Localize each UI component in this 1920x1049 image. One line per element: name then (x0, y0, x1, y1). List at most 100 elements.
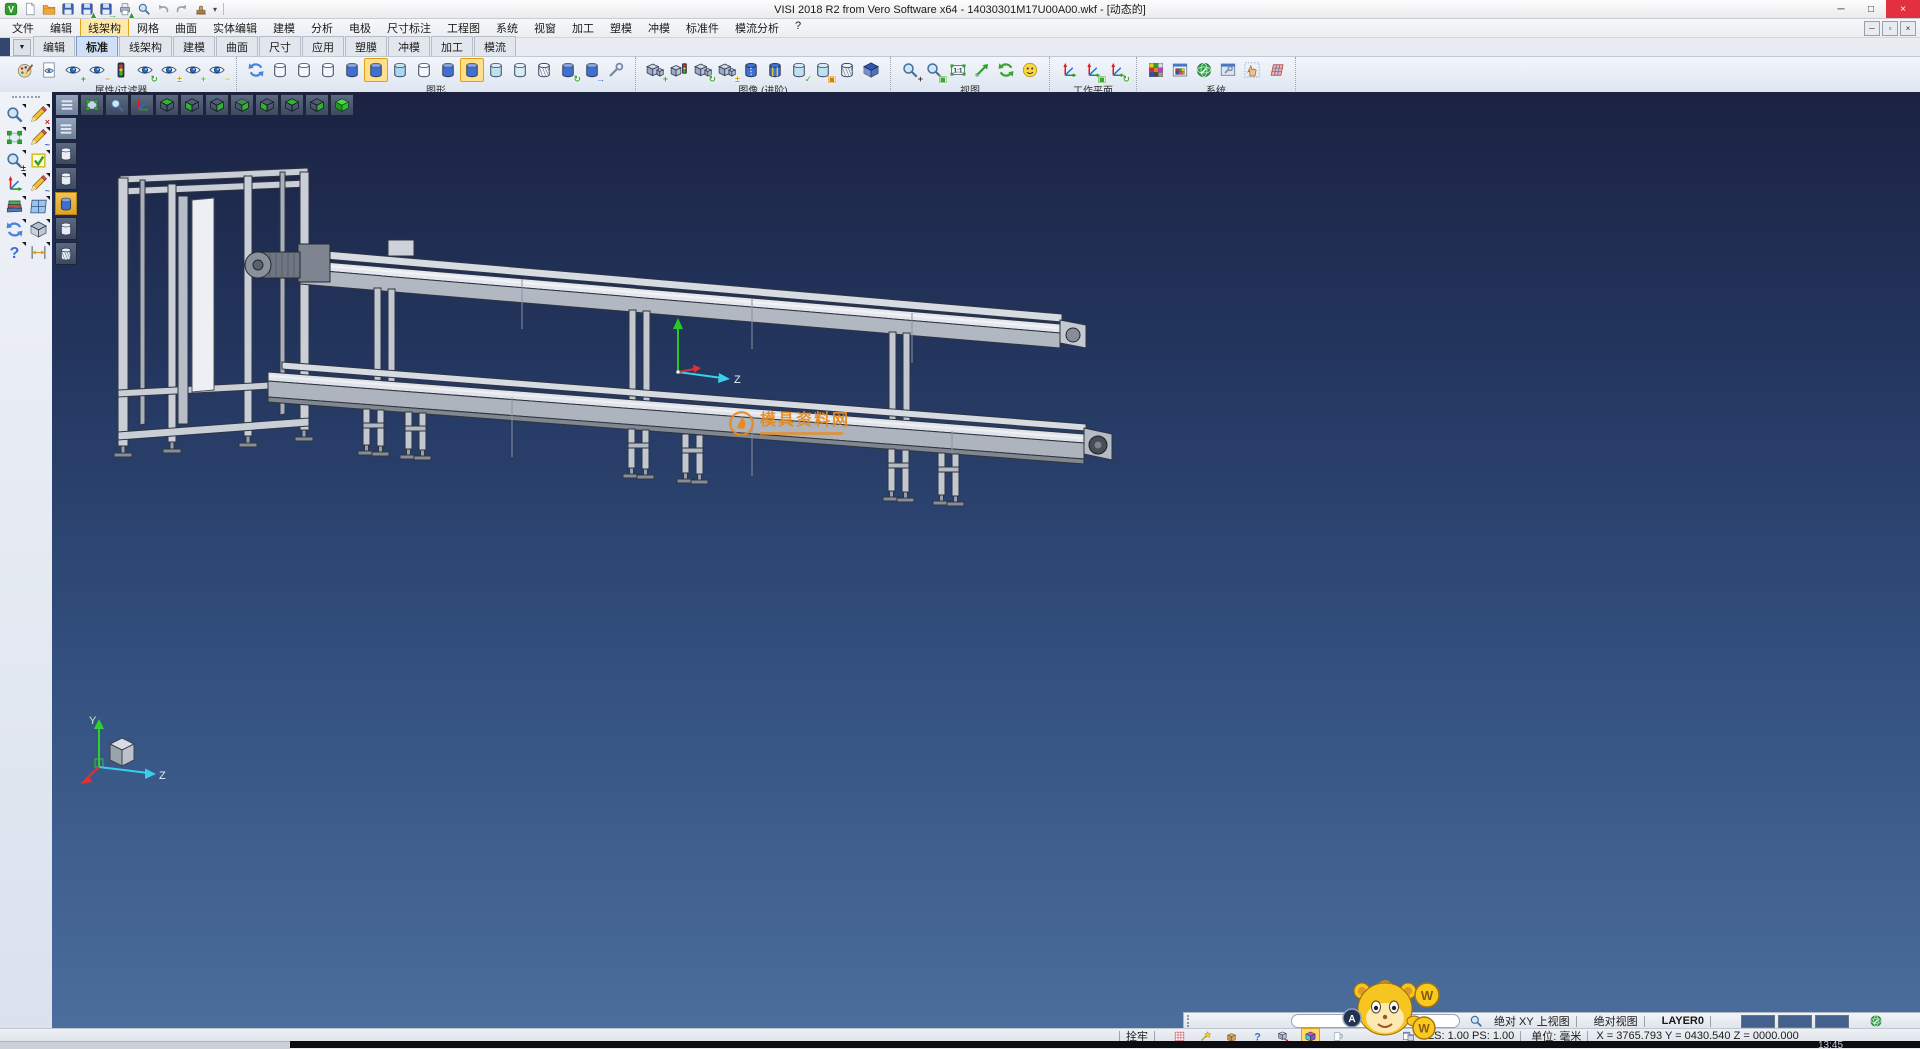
3d-viewport[interactable]: Z Y Z 模具资料网 (52, 92, 1920, 1028)
refresh-visibility-icon[interactable]: ↻ (133, 58, 157, 82)
toggle-images-icon[interactable]: ± (715, 58, 739, 82)
viewports-icon[interactable] (26, 195, 50, 218)
tab-3[interactable]: 线架构 (119, 36, 172, 56)
save-as-icon[interactable]: ▲ (78, 1, 96, 17)
display-menu-icon[interactable] (55, 117, 77, 140)
absolute-view-label[interactable]: 绝对视图 (1594, 1013, 1638, 1029)
color-palette-icon[interactable] (1144, 58, 1168, 82)
filter-traffic-icon[interactable] (109, 58, 133, 82)
display-hidden-icon[interactable] (55, 167, 77, 190)
tab-list-dropdown[interactable]: ▼ (13, 39, 31, 56)
menu-item-7[interactable]: 建模 (265, 18, 303, 38)
solid-cube-icon[interactable] (859, 58, 883, 82)
section-line-icon[interactable] (739, 58, 763, 82)
translucent-icon[interactable] (388, 58, 412, 82)
display-settings-icon[interactable] (604, 58, 628, 82)
tab-5[interactable]: 曲面 (216, 36, 258, 56)
undo-icon[interactable] (154, 1, 172, 17)
view-left-icon[interactable] (205, 94, 229, 116)
desktop-pet-mascot[interactable]: W W A (1330, 976, 1458, 1044)
view-back-icon[interactable] (255, 94, 279, 116)
display-shaded-icon[interactable] (55, 192, 77, 215)
tab-9[interactable]: 冲模 (388, 36, 430, 56)
view-axes-icon[interactable] (130, 94, 154, 116)
hatch-image-icon[interactable] (835, 58, 859, 82)
validate-solid-icon[interactable]: ✓ (787, 58, 811, 82)
dropdown-arrow-icon[interactable] (46, 127, 50, 131)
dropdown-arrow-icon[interactable] (46, 173, 50, 177)
zoom-window-icon[interactable]: ▣ (922, 58, 946, 82)
tab-11[interactable]: 模流 (474, 36, 516, 56)
zoom-window-icon[interactable] (2, 126, 26, 149)
recent-icon[interactable] (192, 1, 210, 17)
confirm-checkbox-icon[interactable] (26, 149, 50, 172)
wire-shaded-icon[interactable] (412, 58, 436, 82)
dropdown-arrow-icon[interactable] (46, 150, 50, 154)
hatch-display-icon[interactable] (532, 58, 556, 82)
redraw-icon[interactable] (244, 58, 268, 82)
color-swatch-3[interactable] (1815, 1015, 1849, 1028)
system-settings-icon[interactable] (1192, 58, 1216, 82)
minimize-button[interactable]: ─ (1826, 0, 1856, 18)
shaded-edges-icon[interactable] (364, 58, 388, 82)
view-iso-icon[interactable] (330, 94, 354, 116)
menu-item-2[interactable]: 编辑 (42, 18, 80, 38)
selection-hand-icon[interactable] (1240, 58, 1264, 82)
color-swatch-2[interactable] (1778, 1015, 1812, 1028)
show-entities-icon[interactable]: + (61, 58, 85, 82)
regen-solid-icon[interactable]: ↻ (556, 58, 580, 82)
zoom-dynamic-icon[interactable] (105, 94, 129, 116)
hidden-line-icon[interactable] (292, 58, 316, 82)
help-icon[interactable] (2, 241, 26, 264)
view-right-icon[interactable] (230, 94, 254, 116)
wireframe-icon[interactable] (268, 58, 292, 82)
maximize-button[interactable]: □ (1856, 0, 1886, 18)
menu-item-5[interactable]: 曲面 (167, 18, 205, 38)
hidden-dashed-icon[interactable] (316, 58, 340, 82)
quick-access-more-button[interactable]: ▾ (210, 5, 220, 14)
view-top-icon[interactable] (155, 94, 179, 116)
export-file-icon[interactable]: → (97, 1, 115, 17)
menu-item-17[interactable]: 标准件 (678, 18, 727, 38)
redo-icon[interactable] (173, 1, 191, 17)
menu-item-11[interactable]: 工程图 (439, 18, 488, 38)
dropdown-arrow-icon[interactable] (46, 104, 50, 108)
dropdown-arrow-icon[interactable] (46, 196, 50, 200)
dropdown-arrow-icon[interactable] (46, 242, 50, 246)
tab-4[interactable]: 建模 (173, 36, 215, 56)
menu-item-12[interactable]: 系统 (488, 18, 526, 38)
view-face-icon[interactable] (1018, 58, 1042, 82)
measure-icon[interactable] (26, 241, 50, 264)
refresh-view-icon[interactable] (2, 218, 26, 241)
spline-icon[interactable]: ~ (26, 126, 50, 149)
rotate-view-icon[interactable] (994, 58, 1018, 82)
status-grip[interactable] (1187, 1015, 1193, 1027)
print-preview-icon[interactable] (135, 1, 153, 17)
workplane-axis-icon[interactable] (2, 172, 26, 195)
globe-icon[interactable] (1869, 1014, 1883, 1028)
menu-item-8[interactable]: 分析 (303, 18, 341, 38)
pan-view-icon[interactable] (970, 58, 994, 82)
preview-attributes-icon[interactable] (37, 58, 61, 82)
show-all-icon[interactable]: + (181, 58, 205, 82)
palette-grip[interactable] (12, 96, 40, 98)
visi-logo-icon[interactable] (2, 1, 20, 17)
dynamic-edges-icon[interactable] (460, 58, 484, 82)
tab-7[interactable]: 应用 (302, 36, 344, 56)
hide-entities-icon[interactable]: − (85, 58, 109, 82)
refresh-images-icon[interactable]: ↻ (691, 58, 715, 82)
view-menu-icon[interactable] (55, 94, 79, 116)
view-iso-wire-icon[interactable] (305, 94, 329, 116)
open-file-icon[interactable] (40, 1, 58, 17)
sketch-icon[interactable]: ~ (26, 172, 50, 195)
menu-item-15[interactable]: 塑模 (602, 18, 640, 38)
zoom-window-icon[interactable] (80, 94, 104, 116)
layer-indicator[interactable]: LAYER0 (1662, 1015, 1704, 1027)
new-file-icon[interactable] (21, 1, 39, 17)
menu-item-4[interactable]: 网格 (129, 18, 167, 38)
search-view-icon[interactable] (2, 103, 26, 126)
mdi-restore-button[interactable]: ▫ (1882, 21, 1898, 36)
window-settings-icon[interactable] (1216, 58, 1240, 82)
menu-item-16[interactable]: 冲模 (640, 18, 678, 38)
save-file-icon[interactable] (59, 1, 77, 17)
